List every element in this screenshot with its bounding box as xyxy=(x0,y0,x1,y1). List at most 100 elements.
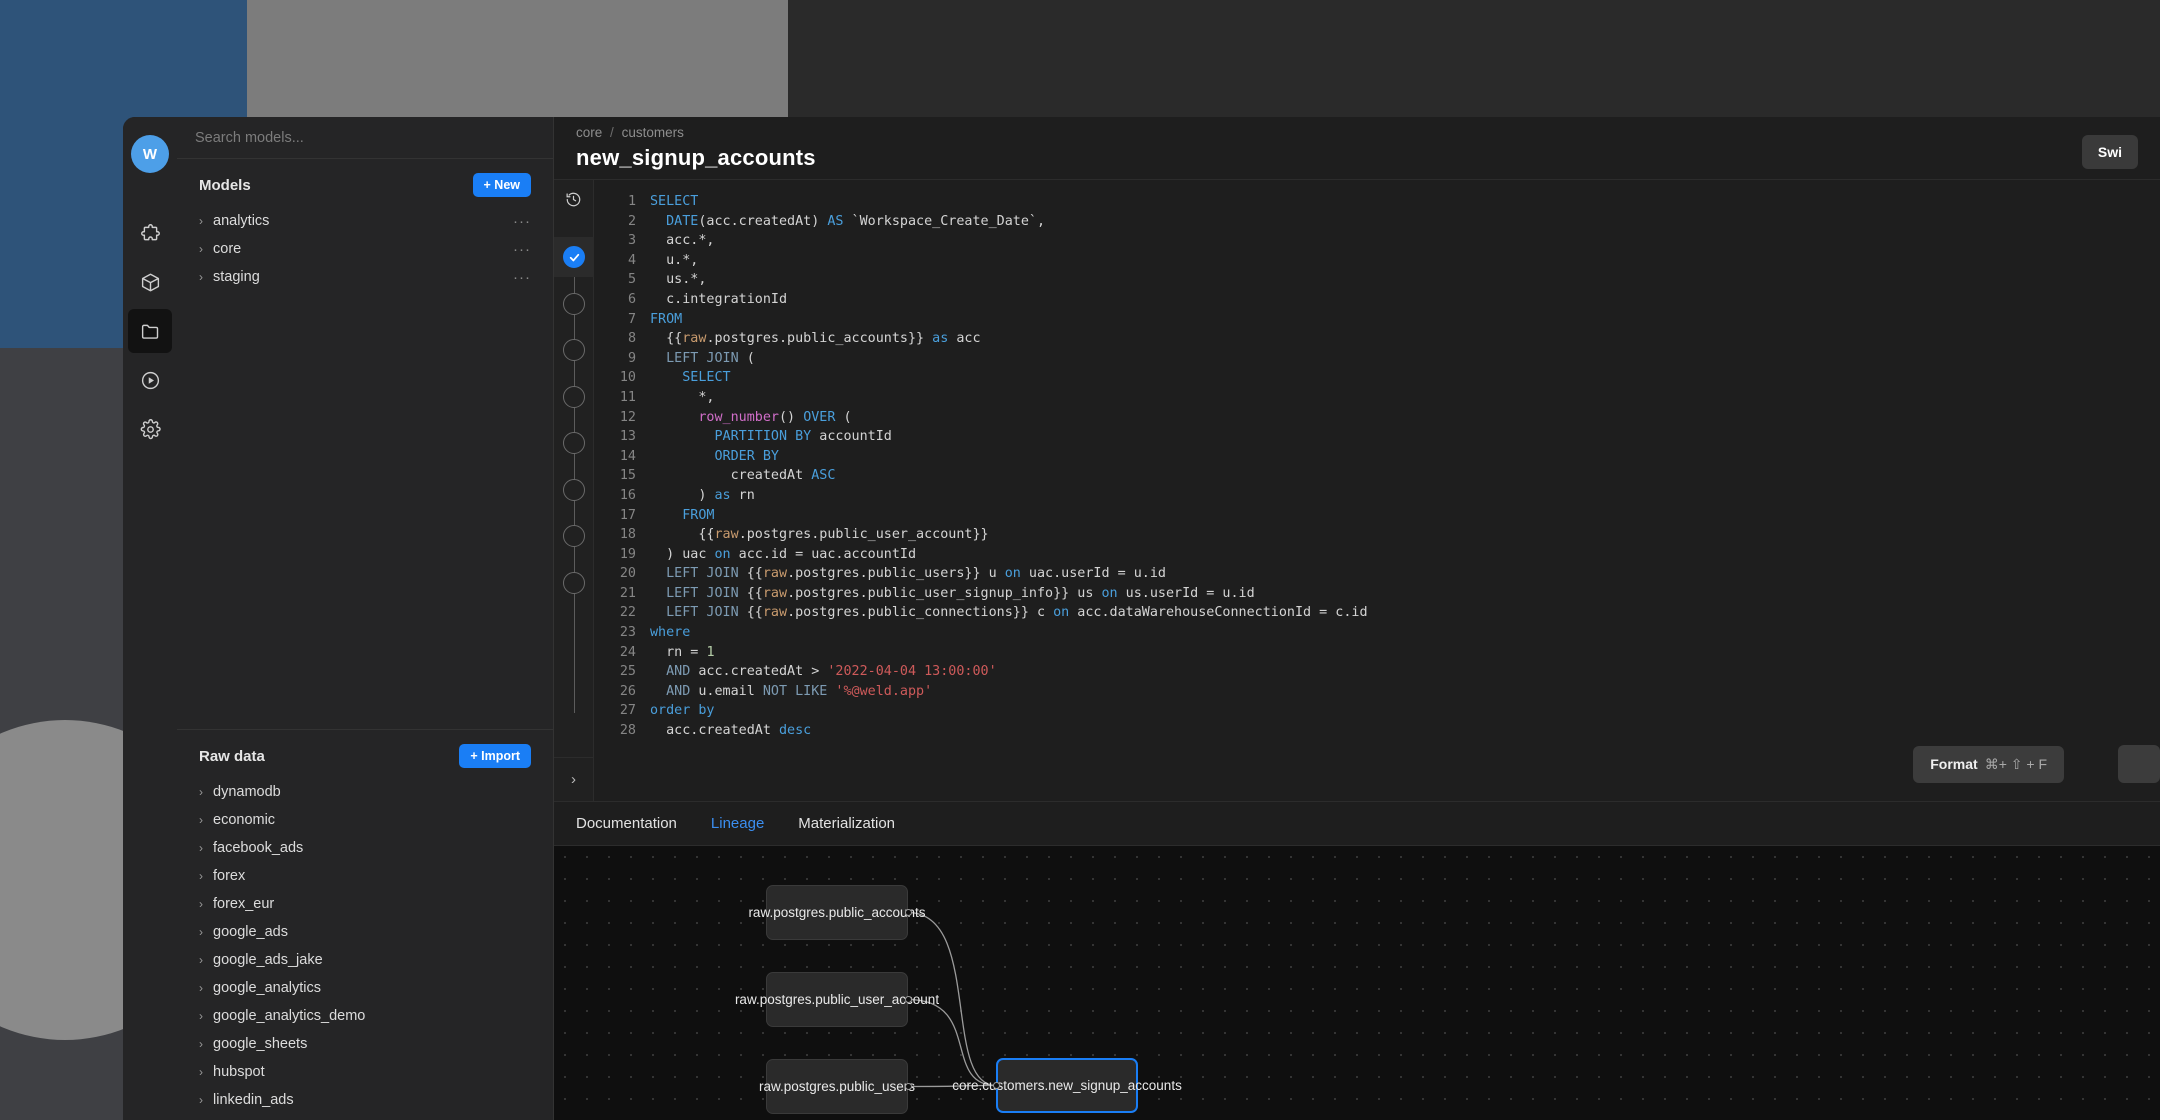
code-token: as xyxy=(932,331,949,347)
code-line-text: LEFT JOIN {{raw.postgres.public_users}} … xyxy=(650,564,1166,584)
model-item-staging[interactable]: › staging ··· xyxy=(177,263,553,291)
breadcrumb-root[interactable]: core xyxy=(576,125,602,140)
folder-icon[interactable] xyxy=(128,309,172,353)
code-line-text: ) as rn xyxy=(650,486,754,506)
chevron-right-icon[interactable]: › xyxy=(199,242,213,256)
puzzle-icon[interactable] xyxy=(128,211,172,255)
timeline-nodes xyxy=(554,218,594,757)
chevron-right-icon[interactable]: › xyxy=(199,785,213,799)
raw-item-hubspot[interactable]: › hubspot xyxy=(177,1058,553,1086)
timeline-node[interactable] xyxy=(563,292,585,315)
model-item-core[interactable]: › core ··· xyxy=(177,235,553,263)
lineage-graph[interactable]: raw.postgres. public_accounts raw.postgres… xyxy=(554,845,2160,1120)
history-icon[interactable] xyxy=(565,180,582,218)
chevron-right-icon[interactable]: › xyxy=(199,897,213,911)
chevron-right-icon[interactable]: › xyxy=(199,813,213,827)
more-options-icon[interactable]: ··· xyxy=(513,241,531,258)
tree-item-label: google_analytics xyxy=(213,980,322,996)
code-token: {{ xyxy=(738,605,763,621)
chevron-right-icon[interactable]: › xyxy=(199,953,213,967)
raw-item-forex[interactable]: › forex xyxy=(177,862,553,890)
raw-item-google_analytics[interactable]: › google_analytics xyxy=(177,974,553,1002)
switch-button[interactable]: Swi xyxy=(2081,135,2138,169)
lineage-port-out[interactable] xyxy=(904,909,912,916)
raw-item-dynamodb[interactable]: › dynamodb xyxy=(177,778,553,806)
raw-item-forex_eur[interactable]: › forex_eur xyxy=(177,890,553,918)
chevron-right-icon[interactable]: › xyxy=(199,1037,213,1051)
chevron-right-icon[interactable]: › xyxy=(199,869,213,883)
timeline-node-success[interactable] xyxy=(563,246,585,268)
raw-item-google_ads_jake[interactable]: › google_ads_jake xyxy=(177,946,553,974)
tab-documentation[interactable]: Documentation xyxy=(576,815,677,832)
timeline-node[interactable] xyxy=(563,478,585,501)
format-label: Format xyxy=(1930,756,1978,772)
avatar[interactable]: W xyxy=(131,135,169,173)
format-button[interactable]: Format ⌘+ ⇧ + F xyxy=(1913,746,2064,783)
more-options-icon[interactable]: ··· xyxy=(513,213,531,230)
sql-editor[interactable]: 1 SELECT 2 DATE(acc.createdAt) AS `Workspa… xyxy=(594,180,2160,801)
raw-item-economic[interactable]: › economic xyxy=(177,806,553,834)
timeline-node[interactable] xyxy=(563,571,585,594)
chevron-right-icon[interactable]: › xyxy=(199,270,213,284)
code-token: 1 xyxy=(706,644,715,660)
line-number: 28 xyxy=(619,723,636,739)
code-token: acc.id = uac.accountId xyxy=(730,546,917,562)
lineage-node-label: raw.postgres. xyxy=(734,991,816,1007)
chevron-right-icon[interactable]: › xyxy=(199,841,213,855)
play-circle-icon[interactable] xyxy=(128,358,172,402)
chevron-right-icon[interactable]: › xyxy=(199,214,213,228)
code-token: AND xyxy=(666,683,691,699)
cube-icon[interactable] xyxy=(128,260,172,304)
code-token: (acc.createdAt) xyxy=(698,213,828,229)
tab-materialization[interactable]: Materialization xyxy=(798,815,895,832)
chevron-right-icon[interactable]: › xyxy=(199,925,213,939)
chevron-right-icon[interactable]: › xyxy=(199,1065,213,1079)
more-options-icon[interactable]: ··· xyxy=(513,269,531,286)
code-token: raw xyxy=(714,527,739,543)
models-section-header: Models + New xyxy=(177,159,553,207)
lineage-port-out[interactable] xyxy=(904,1083,912,1090)
chevron-right-icon[interactable]: › xyxy=(199,981,213,995)
gear-icon[interactable] xyxy=(128,407,172,451)
import-button[interactable]: + Import xyxy=(459,744,531,768)
code-line: 8 {{raw.postgres.public_accounts}} as ac… xyxy=(594,329,2160,349)
raw-item-google_ads[interactable]: › google_ads xyxy=(177,918,553,946)
raw-item-google_sheets[interactable]: › google_sheets xyxy=(177,1030,553,1058)
lineage-node-selected[interactable]: core.customers. new_signup_accounts xyxy=(952,1058,1182,1113)
code-token: on xyxy=(714,546,731,562)
breadcrumb-leaf[interactable]: customers xyxy=(622,125,684,140)
code-token: order by xyxy=(650,703,715,719)
timeline-node[interactable] xyxy=(563,432,585,454)
lineage-port-in[interactable] xyxy=(992,1082,1000,1089)
timeline-node[interactable] xyxy=(563,339,585,361)
model-item-analytics[interactable]: › analytics ··· xyxy=(177,207,553,235)
raw-item-google_analytics_demo[interactable]: › google_analytics_demo xyxy=(177,1002,553,1030)
timeline-node[interactable] xyxy=(563,385,585,408)
raw-item-facebook_ads[interactable]: › facebook_ads xyxy=(177,834,553,862)
line-number: 6 xyxy=(627,291,636,307)
new-model-button[interactable]: + New xyxy=(472,173,531,197)
timeline-node[interactable] xyxy=(563,525,585,547)
page-header: core / customers new_signup_accounts Swi xyxy=(554,117,2160,179)
code-token: c.integrationId xyxy=(650,291,788,307)
timeline-expand-chevron[interactable]: › xyxy=(554,757,593,801)
code-token: `Workspace_Create_Date`, xyxy=(843,213,1046,229)
code-line: 11 *, xyxy=(594,388,2160,408)
chevron-right-icon[interactable]: › xyxy=(199,1009,213,1023)
lineage-node[interactable]: raw.postgres. public_accounts xyxy=(748,885,926,940)
code-line-text: rn = 1 xyxy=(650,643,715,663)
run-button[interactable] xyxy=(2118,745,2160,783)
raw-item-linkedin_ads[interactable]: › linkedin_ads xyxy=(177,1086,553,1114)
lineage-port-out[interactable] xyxy=(904,996,912,1003)
search-input[interactable] xyxy=(195,129,535,146)
code-line-text: AND acc.createdAt > '2022-04-04 13:00:00… xyxy=(650,662,997,682)
code-line: 20 LEFT JOIN {{raw.postgres.public_users… xyxy=(594,564,2160,584)
lineage-node[interactable]: raw.postgres. public_user_account xyxy=(735,972,939,1027)
code-line-text: DATE(acc.createdAt) AS `Workspace_Create… xyxy=(650,212,1045,232)
tab-lineage[interactable]: Lineage xyxy=(711,815,764,832)
lineage-node[interactable]: raw.postgres.public_users xyxy=(759,1059,915,1114)
chevron-right-icon[interactable]: › xyxy=(199,1093,213,1107)
code-line: 25 AND acc.createdAt > '2022-04-04 13:00… xyxy=(594,662,2160,682)
